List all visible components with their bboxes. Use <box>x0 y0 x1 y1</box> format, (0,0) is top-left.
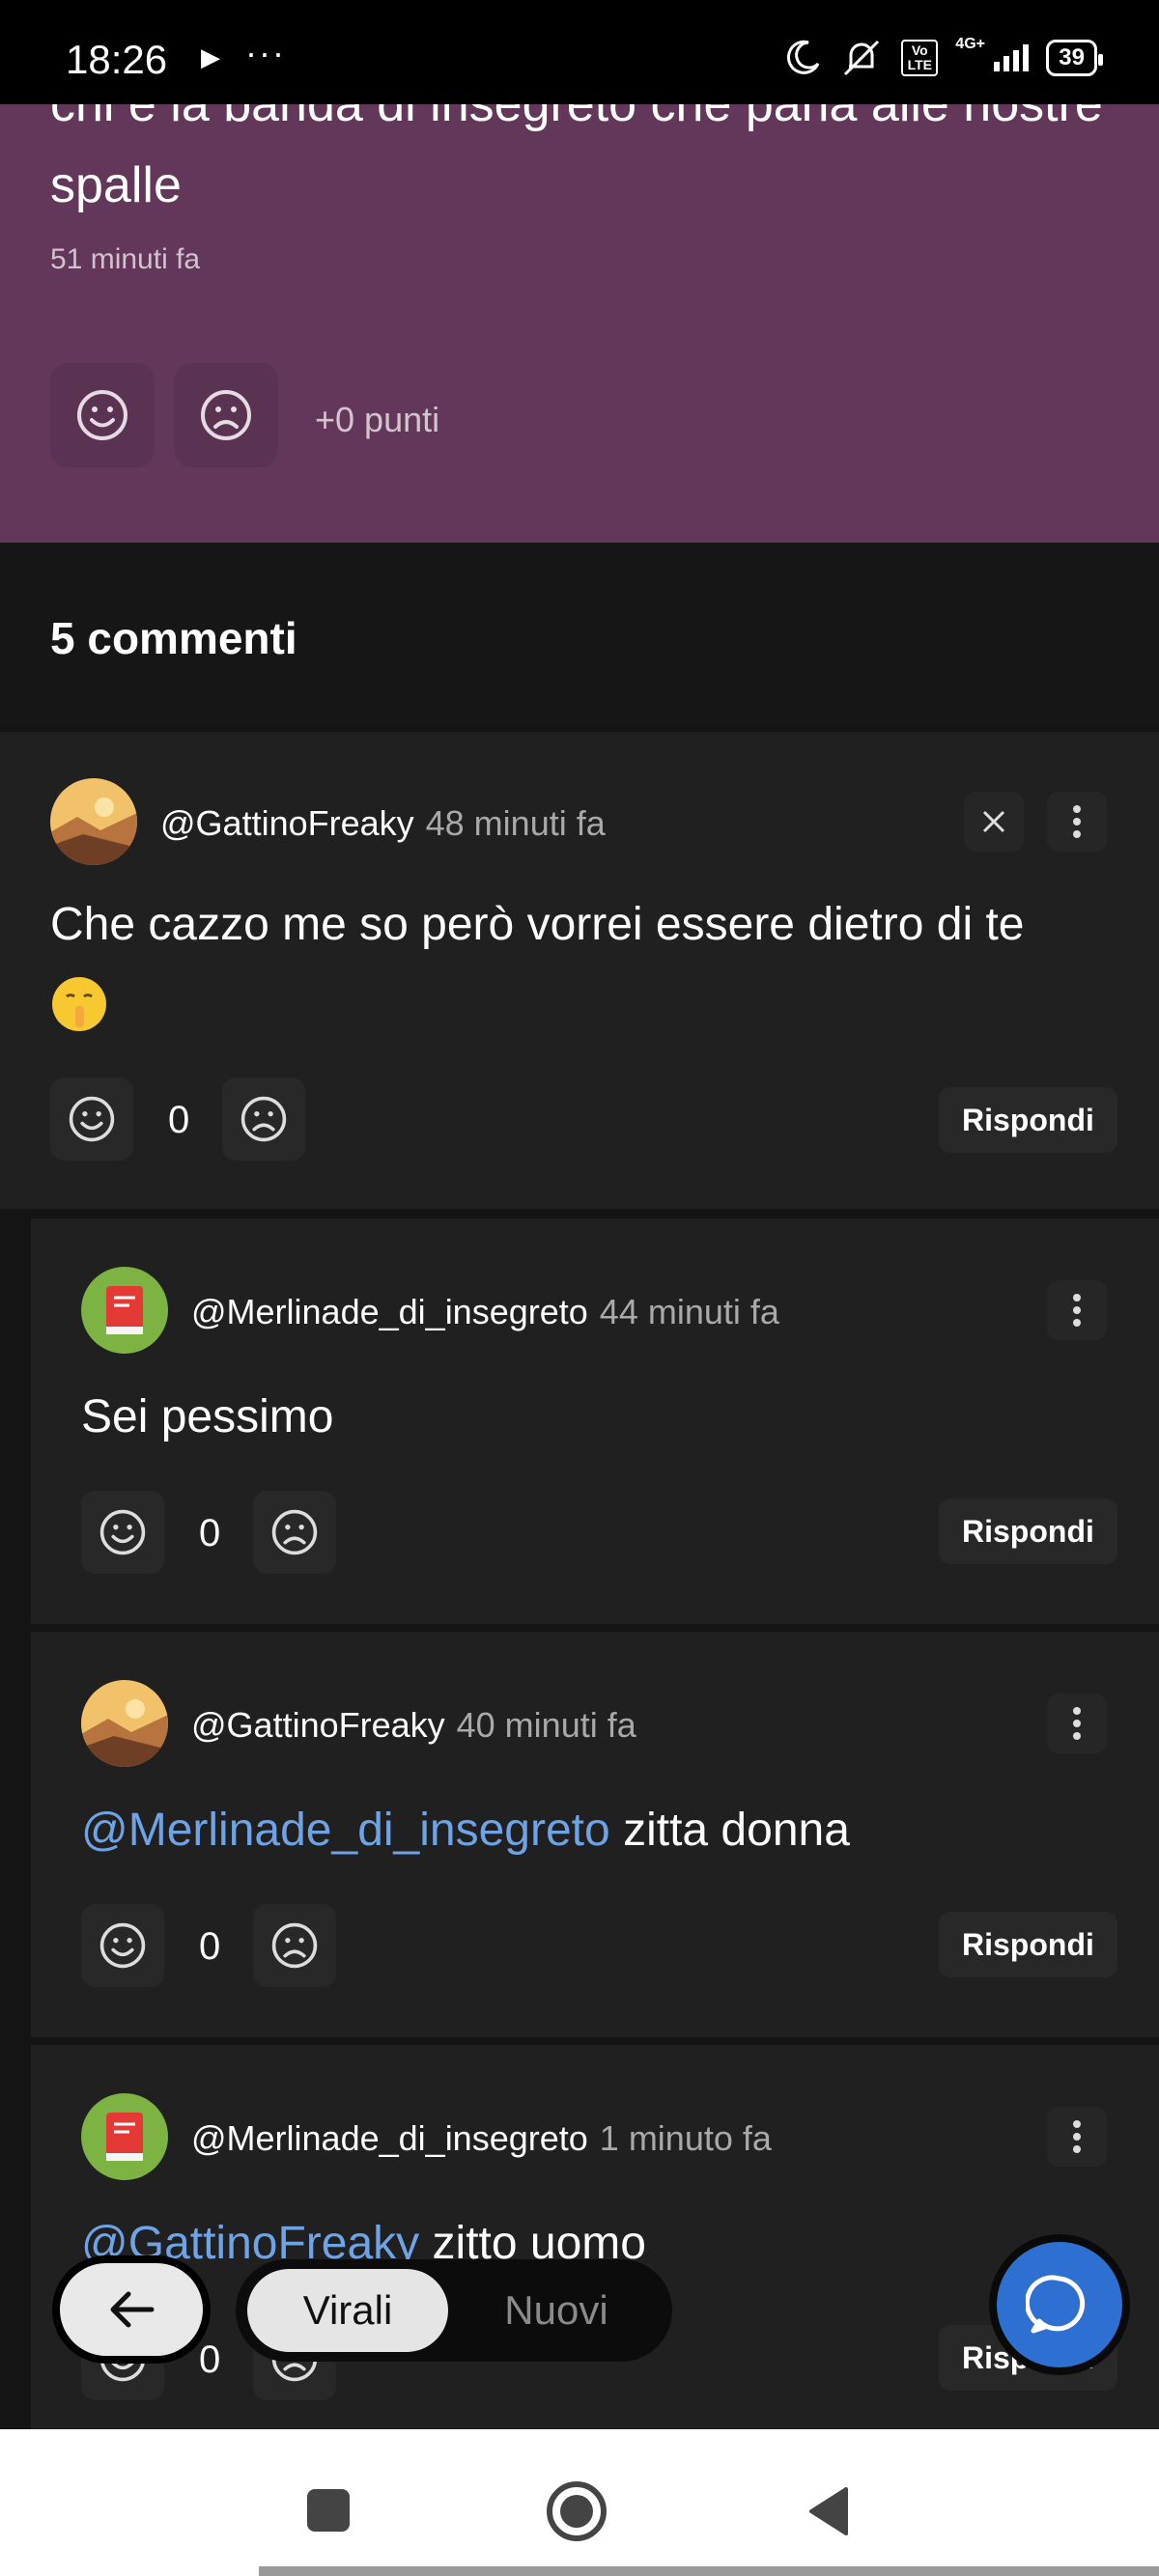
status-time: 18:26 <box>66 37 168 82</box>
upvote-button[interactable] <box>50 363 155 467</box>
smile-icon <box>77 390 127 440</box>
frown-icon <box>201 390 251 440</box>
comment-time: 1 minuto fa <box>599 2118 772 2158</box>
user-mention-link[interactable]: @Merlinade_di_insegreto <box>81 1805 610 1856</box>
reply-button[interactable]: Rispondi <box>939 1498 1117 1564</box>
comment-score: 0 <box>199 1925 221 1968</box>
comment-username[interactable]: @Merlinade_di_insegreto 1 minuto fa <box>191 2118 772 2159</box>
gesture-bar <box>259 2566 1159 2576</box>
comment-username[interactable]: @GattinoFreaky 48 minuti fa <box>160 803 606 844</box>
shushing-face-emoji <box>52 977 106 1031</box>
landscape-avatar[interactable] <box>50 778 137 865</box>
tab-nuovi[interactable]: Nuovi <box>479 2269 634 2352</box>
reply-card: @Merlinade_di_insegreto 44 minuti fa Sei … <box>31 1218 1159 1624</box>
comment-upvote-button[interactable] <box>81 1491 164 1574</box>
tab-virali[interactable]: Virali <box>247 2269 448 2352</box>
comment-text: Sei pessimo <box>81 1391 334 1442</box>
comment-text: @Merlinade_di_insegreto zitta donna <box>81 1805 850 1856</box>
back-nav-icon[interactable] <box>807 2485 850 2537</box>
battery-icon: 39 <box>1046 40 1103 76</box>
comment-menu-button[interactable] <box>1047 792 1107 852</box>
more-notifications-icon: ··· <box>245 33 286 72</box>
signal-icon: 4G+ <box>955 36 1030 71</box>
post-header: chi è la banda di insegreto che parla al… <box>0 104 1159 543</box>
post-text: chi è la banda di insegreto che parla al… <box>50 104 1103 213</box>
comment-upvote-button[interactable] <box>50 1078 133 1161</box>
home-button[interactable] <box>547 2481 607 2541</box>
comment-menu-button[interactable] <box>1047 1280 1107 1340</box>
comment-time: 40 minuti fa <box>456 1705 636 1745</box>
red-book-avatar[interactable] <box>81 2093 168 2180</box>
navigation-bar <box>0 2429 1159 2576</box>
frown-icon <box>240 1096 287 1142</box>
comment-score: 0 <box>199 1512 221 1554</box>
battery-level: 39 <box>1059 44 1085 70</box>
comment-downvote-button[interactable] <box>253 1491 336 1574</box>
downvote-button[interactable] <box>174 363 278 467</box>
chat-bubble-icon <box>1026 2275 1086 2334</box>
frown-icon <box>271 1509 318 1555</box>
comment-username[interactable]: @Merlinade_di_insegreto 44 minuti fa <box>191 1292 779 1332</box>
volte-icon: Vo LTE <box>901 40 939 76</box>
frown-icon <box>271 1922 318 1969</box>
red-book-avatar[interactable] <box>81 1267 168 1354</box>
network-type: 4G+ <box>955 36 985 52</box>
more-vert-icon <box>1073 2120 1081 2153</box>
reply-card: @Merlinade_di_insegreto 1 minuto fa @Gatt… <box>31 2045 1159 2429</box>
more-vert-icon <box>1073 805 1081 838</box>
smile-icon <box>99 1922 146 1969</box>
back-button[interactable] <box>60 2263 203 2356</box>
comment-downvote-button[interactable] <box>222 1078 305 1161</box>
comment-score: 0 <box>199 2338 221 2381</box>
reply-button[interactable]: Rispondi <box>939 1087 1117 1153</box>
comment-username[interactable]: @GattinoFreaky 40 minuti fa <box>191 1705 636 1746</box>
close-icon <box>982 810 1005 833</box>
reply-card: @GattinoFreaky 40 minuti fa @Merlinade_di… <box>31 1632 1159 2037</box>
sort-segmented-control: Virali Nuovi <box>236 2259 672 2362</box>
more-vert-icon <box>1073 1707 1081 1740</box>
comment-menu-button[interactable] <box>1047 1694 1107 1753</box>
play-icon: ▶ <box>201 42 220 71</box>
landscape-avatar[interactable] <box>81 1680 168 1767</box>
comment-menu-button[interactable] <box>1047 2107 1107 2167</box>
post-time: 51 minuti fa <box>50 243 201 275</box>
arrow-left-icon <box>110 2291 155 2328</box>
comments-count: 5 commenti <box>50 613 297 663</box>
chat-button[interactable] <box>997 2242 1122 2367</box>
more-vert-icon <box>1073 1294 1081 1327</box>
comment-score: 0 <box>168 1099 190 1141</box>
comment-text: Che cazzo me so però vorrei essere dietr… <box>50 899 1025 950</box>
comment-upvote-button[interactable] <box>81 1904 164 1987</box>
comments-header: 5 commenti <box>0 543 1159 726</box>
mute-bell-icon <box>844 40 880 76</box>
comment-time: 44 minuti fa <box>599 1292 779 1331</box>
smile-icon <box>69 1096 115 1142</box>
status-icons: Vo LTE 4G+ 39 <box>783 35 1103 81</box>
status-bar: 18:26 ▶ ··· Vo LTE 4G+ 39 <box>0 0 1159 104</box>
post-points: +0 punti <box>315 400 440 439</box>
comment-downvote-button[interactable] <box>253 1904 336 1987</box>
recents-button[interactable] <box>307 2489 350 2532</box>
smile-icon <box>99 1509 146 1555</box>
comment-time: 48 minuti fa <box>425 803 606 843</box>
moon-icon <box>787 40 820 74</box>
comment-card: @GattinoFreaky 48 minuti fa Che cazzo me … <box>0 732 1159 1209</box>
reply-button[interactable]: Rispondi <box>939 1912 1117 1977</box>
close-button[interactable] <box>964 792 1024 852</box>
